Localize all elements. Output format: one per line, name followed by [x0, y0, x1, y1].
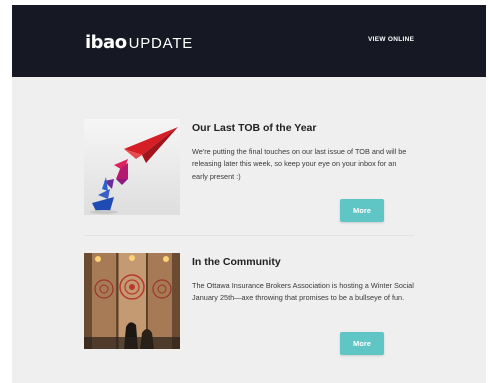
article-body: We're putting the final touches on our l… — [192, 147, 407, 181]
email-header: ibao UPDATE VIEW ONLINE — [12, 5, 486, 77]
article-body: The Ottawa Insurance Brokers Association… — [192, 281, 414, 303]
article-title: Our Last TOB of the Year — [192, 122, 317, 134]
view-online-link[interactable]: VIEW ONLINE — [368, 36, 414, 43]
axe-throwing-target-image — [84, 253, 180, 349]
axe-target-illustration — [84, 253, 180, 349]
more-button[interactable]: More — [340, 332, 384, 355]
logo-word: UPDATE — [128, 35, 194, 52]
ibao-update-logo: ibao UPDATE — [85, 32, 194, 53]
origami-illustration — [84, 119, 180, 215]
more-button[interactable]: More — [340, 199, 384, 222]
logo-brand: ibao — [85, 32, 127, 53]
email-frame: ibao UPDATE VIEW ONLINE Our Last TOB of … — [12, 5, 486, 383]
divider — [84, 235, 414, 236]
article-title: In the Community — [192, 256, 281, 268]
origami-paper-plane-image — [84, 119, 180, 215]
